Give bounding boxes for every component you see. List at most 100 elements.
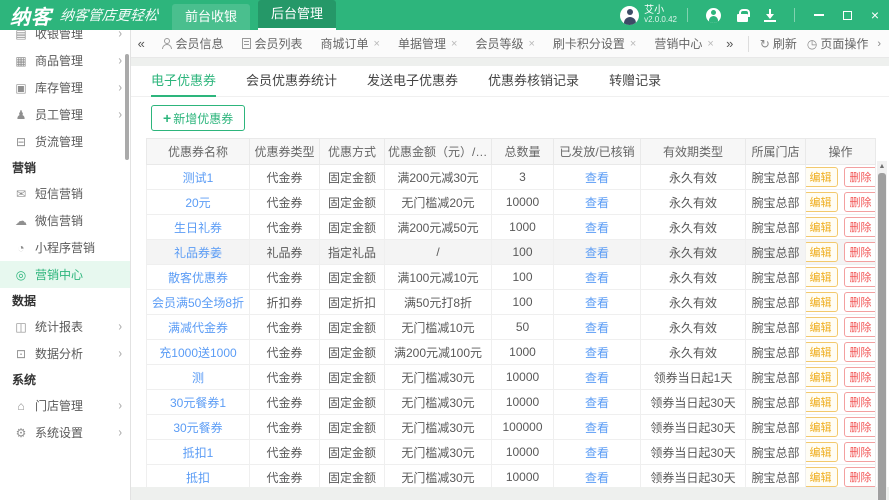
view-link[interactable]: 查看 — [585, 446, 609, 460]
sidebar-item-wechat-marketing[interactable]: ☁微信营销 — [0, 207, 130, 234]
tab-member-level[interactable]: 会员等级× — [466, 30, 543, 57]
page-ops-button[interactable]: ◷ 页面操作 — [807, 35, 869, 52]
view-link[interactable]: 查看 — [585, 396, 609, 410]
sidebar-item-data-analysis[interactable]: ⊡数据分析› — [0, 340, 130, 367]
close-icon[interactable]: × — [451, 38, 457, 50]
tab-member-list[interactable]: 会员列表 — [233, 30, 312, 57]
view-link[interactable]: 查看 — [585, 471, 609, 485]
coupon-name-link[interactable]: 充1000送1000 — [159, 346, 236, 360]
view-link[interactable]: 查看 — [585, 271, 609, 285]
sidebar-item-stat-reports[interactable]: ◫统计报表› — [0, 313, 130, 340]
subtab-member-coupon-stats[interactable]: 会员优惠券统计 — [246, 66, 337, 97]
edit-button[interactable]: 编辑 — [806, 217, 838, 237]
sidebar-item-system-settings[interactable]: ⚙系统设置› — [0, 419, 130, 446]
add-coupon-button[interactable]: + 新增优惠券 — [151, 105, 245, 131]
view-link[interactable]: 查看 — [585, 196, 609, 210]
edit-button[interactable]: 编辑 — [806, 242, 838, 262]
view-link[interactable]: 查看 — [585, 246, 609, 260]
edit-button[interactable]: 编辑 — [806, 442, 838, 462]
scrollbar-thumb[interactable] — [878, 173, 886, 500]
view-link[interactable]: 查看 — [585, 421, 609, 435]
tabs-scroll-left-button[interactable]: « — [131, 30, 152, 57]
nav-tab-backoffice[interactable]: 后台管理 — [258, 0, 336, 30]
close-icon[interactable]: × — [707, 38, 713, 50]
sidebar-item-staff-mgmt[interactable]: ♟员工管理› — [0, 101, 130, 128]
edit-button[interactable]: 编辑 — [806, 267, 838, 287]
edit-button[interactable]: 编辑 — [806, 367, 838, 387]
view-link[interactable]: 查看 — [585, 371, 609, 385]
view-link[interactable]: 查看 — [585, 221, 609, 235]
coupon-name-link[interactable]: 30元餐券1 — [170, 396, 226, 410]
coupon-name-link[interactable]: 测试1 — [183, 171, 214, 185]
subtab-e-coupon[interactable]: 电子优惠券 — [151, 66, 216, 97]
sidebar-item-sms-marketing[interactable]: ✉短信营销 — [0, 180, 130, 207]
chevron-right-icon[interactable]: › — [877, 38, 881, 50]
delete-button[interactable]: 删除 — [844, 442, 876, 462]
sidebar-item-inventory-mgmt[interactable]: ▣库存管理› — [0, 74, 130, 101]
edit-button[interactable]: 编辑 — [806, 192, 838, 212]
tab-doc-mgmt[interactable]: 单据管理× — [389, 30, 466, 57]
view-link[interactable]: 查看 — [585, 296, 609, 310]
support-icon[interactable] — [706, 8, 721, 23]
tab-card-points-settings[interactable]: 刷卡积分设置× — [544, 30, 645, 57]
view-link[interactable]: 查看 — [585, 321, 609, 335]
tab-member-info[interactable]: 会员信息 — [152, 30, 233, 57]
tabs-scroll-right-button[interactable]: » — [718, 36, 742, 51]
edit-button[interactable]: 编辑 — [806, 292, 838, 312]
sidebar-scrollbar[interactable] — [125, 54, 129, 160]
coupon-name-link[interactable]: 生日礼券 — [174, 221, 222, 235]
delete-button[interactable]: 删除 — [844, 167, 876, 187]
sidebar-item-cashier-mgmt[interactable]: ▤收银管理› — [0, 30, 130, 47]
coupon-name-link[interactable]: 20元 — [185, 196, 210, 210]
view-link[interactable]: 查看 — [585, 346, 609, 360]
delete-button[interactable]: 删除 — [844, 367, 876, 387]
coupon-name-link[interactable]: 抵扣 — [186, 471, 210, 485]
delete-button[interactable]: 删除 — [844, 242, 876, 262]
sidebar-item-store-mgmt[interactable]: ⌂门店管理› — [0, 392, 130, 419]
user-avatar[interactable] — [620, 6, 639, 25]
nav-tab-frontdesk[interactable]: 前台收银 — [172, 4, 250, 30]
maximize-button[interactable] — [833, 0, 861, 30]
sidebar-item-marketing-center[interactable]: ◎营销中心 — [0, 261, 130, 288]
delete-button[interactable]: 删除 — [844, 192, 876, 212]
edit-button[interactable]: 编辑 — [806, 342, 838, 362]
delete-button[interactable]: 删除 — [844, 392, 876, 412]
sidebar-item-goods-mgmt[interactable]: ▦商品管理› — [0, 47, 130, 74]
close-button[interactable]: × — [861, 0, 889, 30]
sidebar-item-miniprogram-marketing[interactable]: ◔小程序营销 — [0, 234, 130, 261]
refresh-button[interactable]: ↻ 刷新 — [760, 35, 797, 52]
delete-button[interactable]: 删除 — [844, 317, 876, 337]
delete-button[interactable]: 删除 — [844, 342, 876, 362]
coupon-name-link[interactable]: 满减代金券 — [168, 321, 228, 335]
edit-button[interactable]: 编辑 — [806, 467, 838, 487]
delete-button[interactable]: 删除 — [844, 217, 876, 237]
tab-mall-orders[interactable]: 商城订单× — [312, 30, 389, 57]
subtab-transfer-records[interactable]: 转赠记录 — [609, 66, 661, 97]
coupon-name-link[interactable]: 礼品券姜 — [174, 246, 222, 260]
scroll-up-icon[interactable]: ▲ — [879, 161, 886, 172]
content-scrollbar[interactable]: ▲ ▼ — [877, 161, 887, 500]
delete-button[interactable]: 删除 — [844, 417, 876, 437]
delete-button[interactable]: 删除 — [844, 267, 876, 287]
lock-icon[interactable] — [737, 9, 748, 22]
coupon-name-link[interactable]: 30元餐券 — [173, 421, 222, 435]
edit-button[interactable]: 编辑 — [806, 317, 838, 337]
delete-button[interactable]: 删除 — [844, 467, 876, 487]
coupon-name-link[interactable]: 抵扣1 — [183, 446, 214, 460]
delete-button[interactable]: 删除 — [844, 292, 876, 312]
close-icon[interactable]: × — [374, 38, 380, 50]
user-info[interactable]: 艾小 v2.0.0.42 — [644, 5, 677, 25]
tab-marketing-center[interactable]: 营销中心× — [645, 30, 717, 57]
edit-button[interactable]: 编辑 — [806, 417, 838, 437]
edit-button[interactable]: 编辑 — [806, 392, 838, 412]
coupon-name-link[interactable]: 会员满50全场8折 — [152, 296, 244, 310]
view-link[interactable]: 查看 — [585, 171, 609, 185]
close-icon[interactable]: × — [630, 38, 636, 50]
close-icon[interactable]: × — [528, 38, 534, 50]
subtab-send-e-coupon[interactable]: 发送电子优惠券 — [367, 66, 458, 97]
subtab-coupon-verify-records[interactable]: 优惠券核销记录 — [488, 66, 579, 97]
sidebar-item-logistics-mgmt[interactable]: ⊟货流管理 — [0, 128, 130, 155]
coupon-name-link[interactable]: 测 — [192, 371, 204, 385]
download-icon[interactable] — [764, 9, 776, 22]
minimize-button[interactable] — [805, 0, 833, 30]
